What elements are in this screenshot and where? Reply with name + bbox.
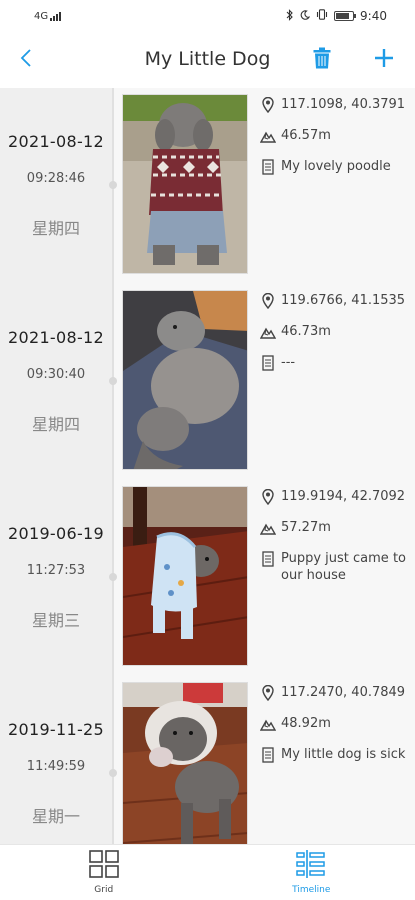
entry-date: 2021-08-12 <box>8 328 104 347</box>
location-pin-icon <box>260 685 276 701</box>
trash-icon <box>313 47 331 73</box>
entry-altitude: 46.57m <box>281 128 331 143</box>
timeline-dot <box>109 181 117 189</box>
mountain-icon <box>260 128 276 144</box>
app-header: My Little Dog <box>0 34 415 86</box>
dog-photo[interactable] <box>122 290 248 470</box>
entry-weekday: 星期一 <box>31 807 80 826</box>
dog-photo[interactable] <box>122 682 248 844</box>
entry-date: 2021-08-12 <box>8 132 104 151</box>
location-pin-icon <box>260 293 276 309</box>
vibrate-icon <box>316 9 328 23</box>
timeline-entry[interactable]: 2021-08-12 09:28:46 星期四 117.1098, 40.379… <box>0 88 415 284</box>
entry-time: 11:49:59 <box>26 759 86 774</box>
tab-timeline-label: Timeline <box>292 885 331 895</box>
network-type: 4G <box>34 10 49 22</box>
tab-timeline[interactable]: Timeline <box>208 845 415 900</box>
entry-note: Puppy just came to our house <box>281 551 406 583</box>
entry-altitude: 48.92m <box>281 716 331 731</box>
timeline-icon <box>296 850 326 882</box>
status-bar: 4G 9:40 <box>0 0 415 32</box>
note-icon <box>260 159 276 175</box>
status-right: 9:40 <box>286 8 387 24</box>
back-button[interactable] <box>14 46 38 74</box>
timeline-dot <box>109 573 117 581</box>
timeline-list[interactable]: 2021-08-12 09:28:46 星期四 117.1098, 40.379… <box>0 88 415 844</box>
bottom-nav: Grid Timeline <box>0 844 415 900</box>
note-icon <box>260 551 276 567</box>
page-title: My Little Dog <box>144 48 271 70</box>
entry-coordinates: 119.6766, 41.1535 <box>281 293 406 308</box>
dog-photo[interactable] <box>122 94 248 274</box>
entry-info: 117.1098, 40.3791 46.57m My lovely poodl… <box>260 96 412 189</box>
mountain-icon <box>260 324 276 340</box>
status-left: 4G <box>34 10 62 22</box>
timeline-entry[interactable]: 2019-11-25 11:49:59 星期一 117.2470, 40.784… <box>0 676 415 844</box>
entry-coordinates: 117.2470, 40.7849 <box>281 685 406 700</box>
timeline-entry[interactable]: 2019-06-19 11:27:53 星期三 119.9194, 42.709… <box>0 480 415 676</box>
entry-time: 11:27:53 <box>26 563 86 578</box>
entry-time: 09:30:40 <box>26 367 86 382</box>
dog-photo[interactable] <box>122 486 248 666</box>
mountain-icon <box>260 520 276 536</box>
note-icon <box>260 355 276 371</box>
plus-icon <box>374 48 394 72</box>
timeline-dot <box>109 377 117 385</box>
battery-icon <box>334 11 357 21</box>
entry-info: 119.6766, 41.1535 46.73m --- <box>260 292 412 385</box>
chevron-left-icon <box>20 48 32 72</box>
location-pin-icon <box>260 489 276 505</box>
entry-altitude: 57.27m <box>281 520 331 535</box>
entry-note: My lovely poodle <box>281 159 391 174</box>
bluetooth-icon <box>286 8 294 24</box>
note-icon <box>260 747 276 763</box>
mountain-icon <box>260 716 276 732</box>
entry-date: 2019-06-19 <box>8 524 104 543</box>
entry-weekday: 星期四 <box>31 219 80 238</box>
grid-icon <box>88 850 119 882</box>
entry-coordinates: 119.9194, 42.7092 <box>281 489 406 504</box>
entry-weekday: 星期四 <box>31 415 80 434</box>
moon-icon <box>300 9 311 23</box>
entry-note: --- <box>281 355 296 370</box>
entry-date: 2019-11-25 <box>8 720 104 739</box>
tab-grid[interactable]: Grid <box>0 845 208 900</box>
entry-coordinates: 117.1098, 40.3791 <box>281 97 406 112</box>
location-pin-icon <box>260 97 276 113</box>
entry-time: 09:28:46 <box>26 171 86 186</box>
timeline-dot <box>109 769 117 777</box>
signal-icon <box>50 11 62 21</box>
timeline-entry[interactable]: 2021-08-12 09:30:40 星期四 119.6766, 41.153… <box>0 284 415 480</box>
tab-grid-label: Grid <box>94 885 114 895</box>
entry-info: 119.9194, 42.7092 57.27m Puppy just came… <box>260 488 412 598</box>
entry-note: My little dog is sick <box>281 747 406 762</box>
entry-weekday: 星期三 <box>31 611 80 630</box>
add-button[interactable] <box>370 45 398 75</box>
delete-button[interactable] <box>309 45 335 75</box>
entry-info: 117.2470, 40.7849 48.92m My little dog i… <box>260 684 412 777</box>
entry-altitude: 46.73m <box>281 324 331 339</box>
status-time: 9:40 <box>360 9 387 23</box>
